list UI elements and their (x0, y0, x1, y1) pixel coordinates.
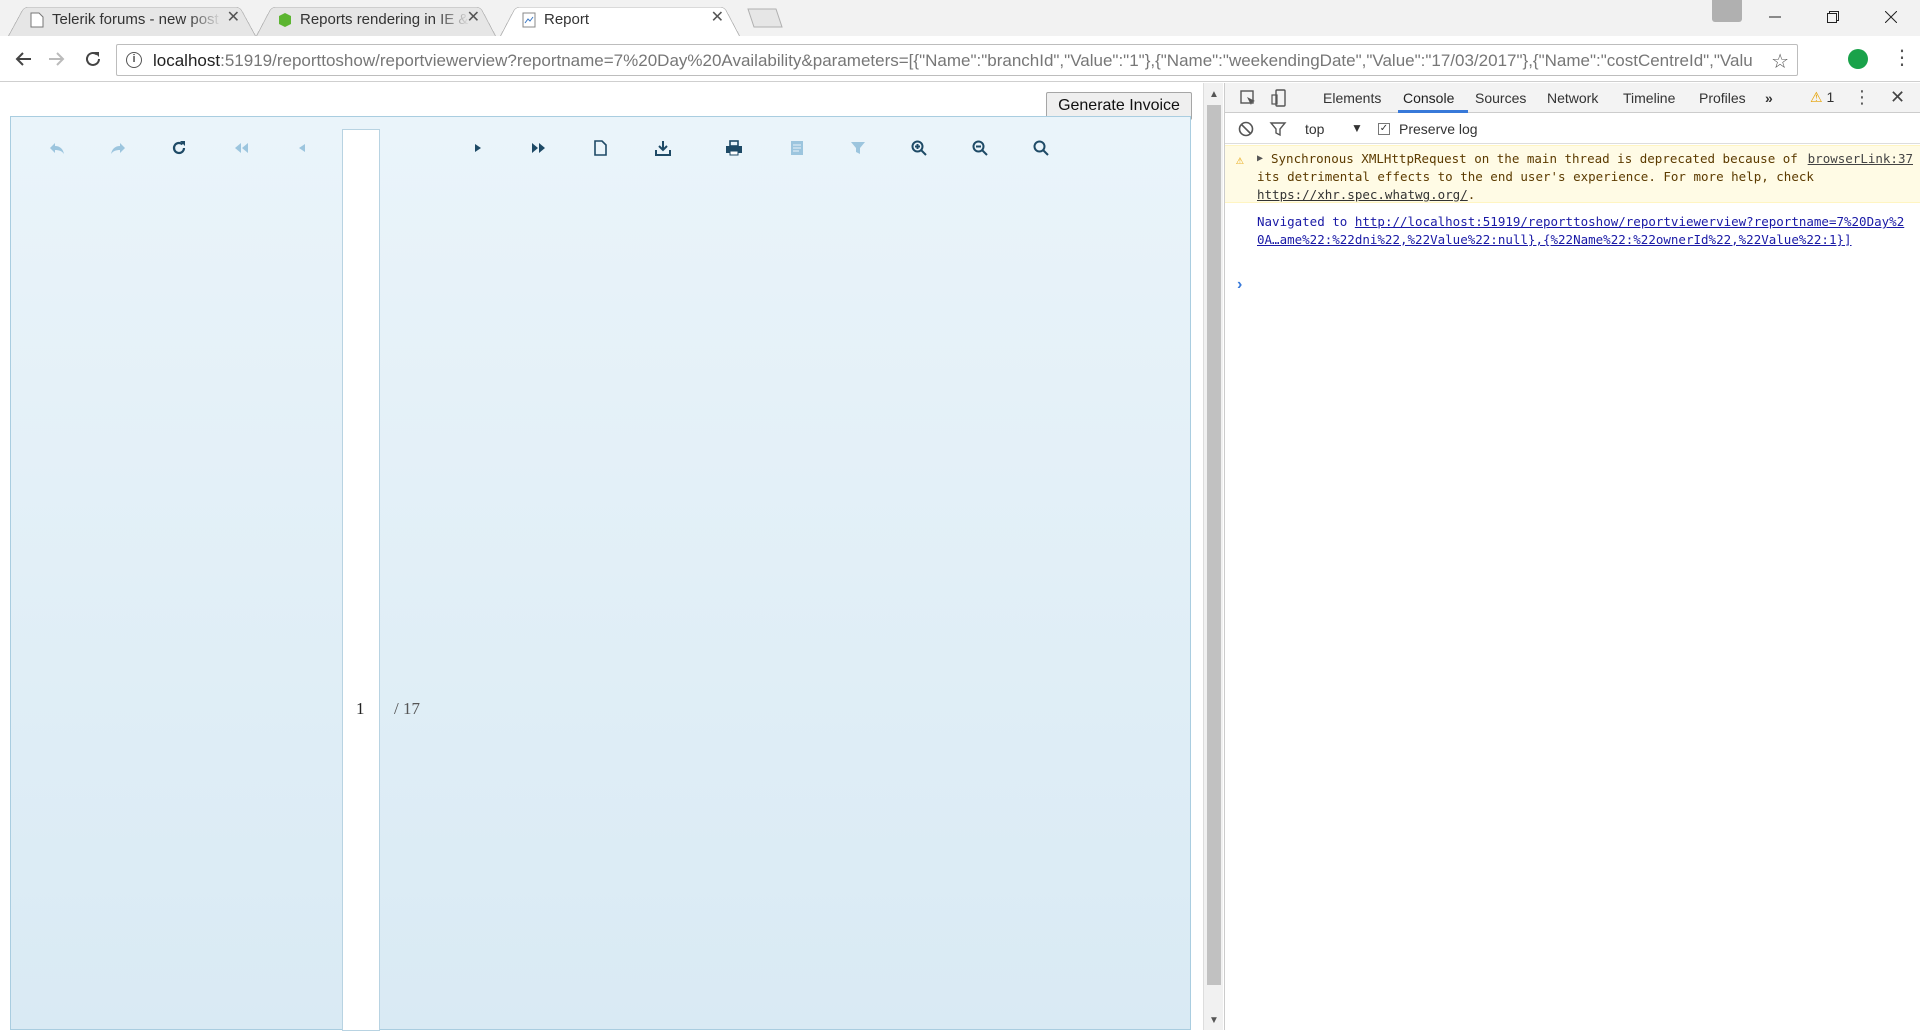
page-content: Generate Invoice 1 / 17 (0, 83, 1205, 1031)
close-tab-icon[interactable]: ✕ (227, 10, 240, 26)
devtools-tab-network[interactable]: Network (1547, 90, 1598, 106)
browser-tab-report[interactable]: Report ✕ (500, 2, 740, 36)
devtools-tab-console[interactable]: Console (1403, 90, 1454, 106)
parameters-filter-icon[interactable] (846, 136, 870, 160)
last-page-icon[interactable] (527, 136, 551, 160)
back-icon[interactable] (10, 46, 36, 72)
dropdown-arrow-icon[interactable]: ▼ (1351, 121, 1363, 135)
devtools-tab-bar: Elements Console Sources Network Timelin… (1225, 83, 1920, 113)
inspect-element-icon[interactable] (1239, 89, 1257, 107)
warning-text: Synchronous XMLHttpRequest on the main t… (1257, 151, 1822, 202)
devtools-panel: Elements Console Sources Network Timelin… (1224, 83, 1920, 1030)
zoom-out-icon[interactable] (968, 136, 992, 160)
bookmark-star-icon[interactable]: ☆ (1771, 49, 1789, 74)
scroll-down-icon[interactable]: ▼ (1209, 1015, 1219, 1026)
document-map-icon[interactable] (588, 136, 612, 160)
preserve-log-label: Preserve log (1399, 121, 1478, 137)
browser-toolbar: i localhost:51919/reporttoshow/reportvie… (0, 36, 1920, 82)
preserve-log-checkbox[interactable]: ✓ (1378, 123, 1390, 135)
navigated-prefix: Navigated to (1257, 214, 1355, 229)
forward-icon[interactable] (106, 136, 130, 160)
tab-title: Reports rendering in IE & Chrome (300, 11, 470, 28)
warning-counter[interactable]: ⚠ 1 (1810, 89, 1834, 106)
reload-icon[interactable] (80, 46, 106, 72)
device-toolbar-icon[interactable] (1271, 89, 1289, 107)
devtools-menu-icon[interactable]: ⋮ (1853, 87, 1871, 108)
message-source-link[interactable]: browserLink:37 (1808, 150, 1913, 168)
tab-title: Report (544, 11, 590, 28)
close-tab-icon[interactable]: ✕ (711, 10, 724, 26)
chrome-menu-icon[interactable]: ⋮ (1892, 48, 1912, 68)
forward-icon[interactable] (44, 46, 70, 72)
page-scrollbar[interactable]: ▲ ▼ (1203, 83, 1223, 1030)
page-number-input[interactable] (342, 129, 380, 1031)
search-icon[interactable] (1029, 136, 1053, 160)
browser-tab-telerik-forums[interactable]: Telerik forums - new post ✕ (8, 2, 256, 36)
scroll-up-icon[interactable]: ▲ (1209, 89, 1219, 100)
info-icon[interactable]: i (126, 52, 142, 68)
active-tab-indicator (1398, 110, 1468, 113)
warning-icon: ⚠ (1810, 89, 1823, 105)
context-selector[interactable]: top (1305, 121, 1324, 137)
url-host: localhost (153, 51, 221, 70)
extension-icon[interactable] (1848, 49, 1868, 69)
console-prompt[interactable]: › (1237, 276, 1242, 294)
profile-icon[interactable] (1712, 0, 1742, 22)
report-viewer: 1 / 17 (10, 116, 1191, 1031)
refresh-icon[interactable] (167, 136, 191, 160)
export-icon[interactable] (651, 136, 675, 160)
back-icon[interactable] (45, 136, 69, 160)
browser-tab-reports-rendering[interactable]: Reports rendering in IE & Chrome ✕ (256, 2, 496, 36)
navigated-url-link[interactable]: http://localhost:51919/reporttoshow/repo… (1257, 214, 1904, 247)
url-path: :51919/reporttoshow/reportviewerview?rep… (220, 51, 1753, 70)
console-navigation-message: Navigated to http://localhost:51919/repo… (1225, 213, 1920, 273)
current-page-number: 1 (356, 699, 365, 718)
next-page-icon[interactable] (466, 136, 490, 160)
console-toolbar: top ▼ ✓ Preserve log (1225, 114, 1920, 144)
new-tab-button[interactable] (744, 8, 784, 28)
print-icon[interactable] (722, 136, 746, 160)
report-icon (522, 12, 536, 28)
print-preview-icon[interactable] (785, 136, 809, 160)
minimize-icon[interactable] (1746, 0, 1804, 34)
page-icon (30, 12, 44, 28)
telerik-logo-icon (279, 13, 291, 27)
first-page-icon[interactable] (229, 136, 253, 160)
zoom-in-icon[interactable] (907, 136, 931, 160)
clear-console-icon[interactable] (1237, 120, 1255, 138)
browser-tab-strip: Telerik forums - new post ✕ Reports rend… (0, 0, 1920, 36)
restore-icon[interactable] (1804, 0, 1862, 34)
devtools-tab-profiles[interactable]: Profiles (1699, 90, 1746, 106)
devtools-tab-elements[interactable]: Elements (1323, 90, 1381, 106)
more-tabs-icon[interactable]: » (1765, 90, 1773, 106)
previous-page-icon[interactable] (290, 136, 314, 160)
scrollbar-thumb[interactable] (1207, 105, 1221, 985)
warning-icon: ⚠ (1236, 153, 1244, 168)
tab-title: Telerik forums - new post (52, 11, 219, 28)
address-bar[interactable]: i localhost:51919/reporttoshow/reportvie… (116, 44, 1798, 76)
page-count-label: / 17 (394, 699, 420, 718)
close-devtools-icon[interactable]: ✕ (1890, 87, 1905, 108)
warning-count: 1 (1826, 89, 1835, 105)
report-viewer-toolbar (11, 117, 1190, 177)
devtools-tab-timeline[interactable]: Timeline (1623, 90, 1675, 106)
devtools-tab-sources[interactable]: Sources (1475, 90, 1526, 106)
close-window-icon[interactable] (1862, 0, 1920, 34)
console-warning-message: ⚠ ▶ Synchronous XMLHttpRequest on the ma… (1225, 145, 1920, 203)
warning-link[interactable]: https://xhr.spec.whatwg.org/ (1257, 187, 1468, 202)
url-text[interactable]: localhost:51919/reporttoshow/reportviewe… (153, 51, 1753, 71)
filter-icon[interactable] (1269, 120, 1287, 138)
close-tab-icon[interactable]: ✕ (467, 10, 480, 26)
